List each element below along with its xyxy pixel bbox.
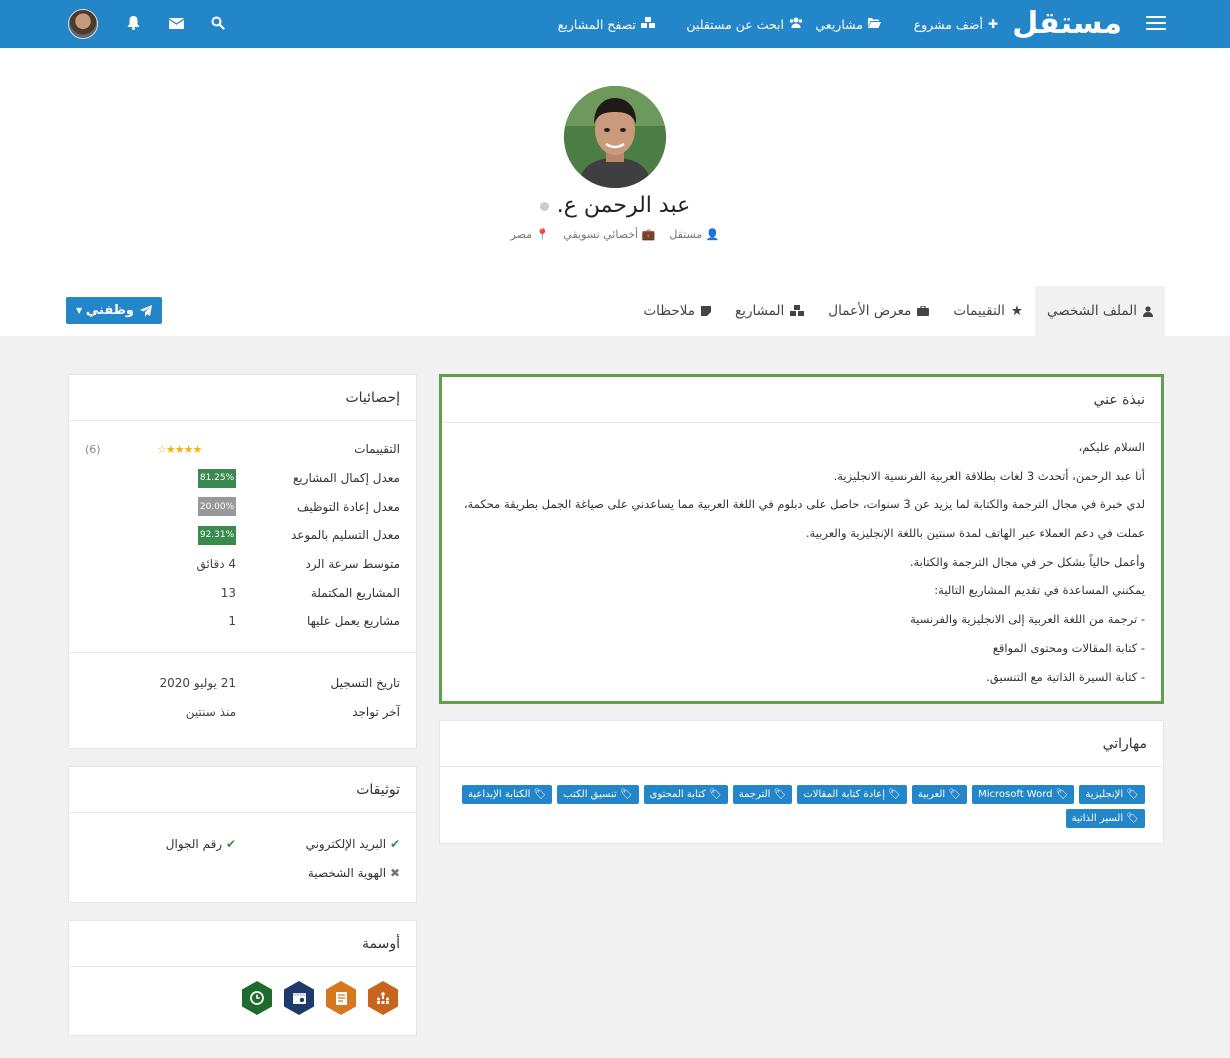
hire-me-button[interactable]: وظفني ▼ — [66, 297, 162, 324]
stat-row-rating: التقييمات ★★★★☆ (6) — [85, 442, 400, 457]
tab-profile[interactable]: الملف الشخصي — [1035, 286, 1165, 336]
check-icon: ✔ — [225, 837, 236, 851]
stats-card: إحصائيات التقييمات ★★★★☆ (6) معدل إكمال … — [68, 374, 417, 749]
stat-row-registered: تاريخ التسجيل 21 يوليو 2020 — [159, 676, 400, 691]
skills-title: مهاراتي — [440, 721, 1163, 767]
status-badge: 92.31% — [198, 525, 236, 545]
tab-portfolio[interactable]: معرض الأعمال — [816, 286, 941, 336]
skill-tag[interactable]: 🏷 العربية — [911, 785, 968, 804]
users-icon — [789, 17, 803, 31]
about-body: السلام عليكم، أنا عبد الرحمن، أتحدث 3 لغ… — [463, 440, 1145, 684]
awards-title: أوسمة — [69, 921, 416, 967]
tag-icon: 🏷 — [709, 789, 722, 800]
caret-down-icon[interactable]: ▼ — [76, 306, 82, 315]
stat-row: معدل إعادة التوظيف 20.00% — [69, 492, 416, 521]
status-badge: 20.00% — [198, 497, 236, 517]
skill-tag[interactable]: 🏷 كتابة المحتوى — [643, 785, 728, 804]
meta-title: 💼 أخصائي تسويقي — [563, 228, 656, 241]
stat-row: المشاريع المكتملة 13 — [220, 585, 400, 600]
skill-tag[interactable]: 🏷 الكتابة الإبداعية — [462, 785, 553, 804]
stat-row-last-seen: آخر تواجد منذ سنتين — [185, 704, 400, 719]
tag-icon: 🏷 — [773, 789, 787, 800]
skill-tag[interactable]: 🏷 الإنجليزية — [1079, 785, 1145, 804]
tag-icon: 🏷 — [619, 789, 633, 800]
paper-plane-icon — [140, 304, 152, 317]
search-icon[interactable] — [208, 13, 228, 33]
menu-icon[interactable] — [1146, 16, 1166, 30]
site-logo[interactable]: مستقل — [1012, 4, 1122, 44]
user-avatar[interactable] — [68, 9, 98, 39]
meta-country: 📍 مصر — [510, 228, 550, 241]
plus-icon: ✚ — [987, 17, 998, 31]
online-status-indicator — [539, 201, 549, 211]
stat-row: متوسط سرعة الرد 4 دقائق — [196, 557, 400, 572]
briefcase-icon: 💼 — [641, 228, 656, 241]
user-icon: 👤 — [705, 228, 720, 241]
skill-tag[interactable]: 🏷 السير الذاتية — [1065, 809, 1145, 828]
tag-icon: 🏷 — [533, 789, 547, 800]
verification-id: ✖ الهوية الشخصية — [307, 866, 400, 880]
rating-stars: ★★★★☆ — [157, 442, 202, 456]
skill-tag[interactable]: 🏷 تنسيق الكتب — [557, 785, 639, 804]
tag-icon: 🏷 — [888, 789, 901, 800]
cubes-icon — [790, 305, 805, 316]
bell-icon[interactable] — [123, 13, 143, 33]
stat-row: معدل إكمال المشاريع 81.25% — [69, 464, 416, 493]
skill-tag[interactable]: 🏷 الترجمة — [732, 785, 793, 804]
profile-tabs: الملف الشخصي ★ التقييمات معرض الأعمال الم… — [631, 286, 1165, 336]
skill-tag[interactable]: 🏷 Microsoft Word — [972, 785, 1075, 804]
verifications-title: توثيقات — [69, 767, 416, 813]
about-card: نبذة عني السلام عليكم، أنا عبد الرحمن، أ… — [439, 374, 1164, 704]
calendar-icon[interactable] — [284, 981, 314, 1015]
nav-add-project[interactable]: ✚ أضف مشروع — [914, 0, 998, 48]
map-marker-icon: 📍 — [535, 228, 550, 241]
profile-photo — [564, 86, 666, 188]
meta-role: 👤 مستقل — [669, 228, 720, 241]
cubes-icon — [641, 16, 655, 32]
team-icon[interactable] — [368, 981, 398, 1015]
nav-my-projects[interactable]: مشاريعي — [815, 0, 881, 48]
briefcase-icon — [917, 306, 930, 316]
folder-open-icon — [868, 17, 881, 31]
profile-name: عبد الرحمن ع. — [556, 193, 691, 218]
profile-header: عبد الرحمن ع. 👤 مستقل 💼 أخصائي تسويقي 📍 … — [0, 48, 1230, 336]
verifications-card: توثيقات ✔ البريد الإلكتروني ✔ رقم الجوال… — [68, 766, 417, 903]
status-badge: 81.25% — [198, 468, 236, 488]
envelope-icon[interactable] — [166, 13, 186, 33]
document-icon[interactable] — [326, 981, 356, 1015]
awards-card: أوسمة — [68, 920, 417, 1036]
profile-meta: 👤 مستقل 💼 أخصائي تسويقي 📍 مصر — [0, 228, 1230, 241]
stats-title: إحصائيات — [69, 375, 416, 421]
stat-row: معدل التسليم بالموعد 92.31% — [69, 521, 416, 550]
star-icon: ★ — [1010, 303, 1023, 319]
tag-icon: 🏷 — [1055, 789, 1069, 800]
clock-icon[interactable] — [242, 981, 272, 1015]
about-title: نبذة عني — [442, 377, 1161, 423]
user-icon — [1143, 305, 1153, 317]
verification-phone: ✔ رقم الجوال — [165, 837, 236, 851]
tag-icon: 🏷 — [1126, 813, 1139, 824]
skill-tag[interactable]: 🏷 إعادة كتابة المقالات — [797, 785, 907, 804]
close-icon: ✖ — [389, 866, 400, 880]
nav-find-freelancers[interactable]: ابحث عن مستقلين — [686, 0, 803, 48]
check-icon: ✔ — [389, 837, 400, 851]
nav-browse-projects[interactable]: تصفح المشاريع — [558, 0, 655, 48]
stat-row: مشاريع يعمل عليها 1 — [228, 614, 400, 629]
tag-icon: 🏷 — [948, 789, 962, 800]
skills-card: مهاراتي 🏷 الإنجليزية 🏷 Microsoft Word 🏷 … — [439, 720, 1164, 844]
sticky-note-icon — [701, 306, 711, 316]
tab-reviews[interactable]: ★ التقييمات — [941, 286, 1035, 336]
tab-projects[interactable]: المشاريع — [723, 286, 816, 336]
skills-list: 🏷 الإنجليزية 🏷 Microsoft Word 🏷 العربية … — [440, 767, 1163, 828]
top-navbar: مستقل ✚ أضف مشروع مشاريعي ابحث عن مستقلين… — [0, 0, 1230, 48]
tag-icon: 🏷 — [1126, 789, 1139, 800]
tab-notes[interactable]: ملاحظات — [631, 286, 723, 336]
verification-email: ✔ البريد الإلكتروني — [305, 837, 400, 851]
